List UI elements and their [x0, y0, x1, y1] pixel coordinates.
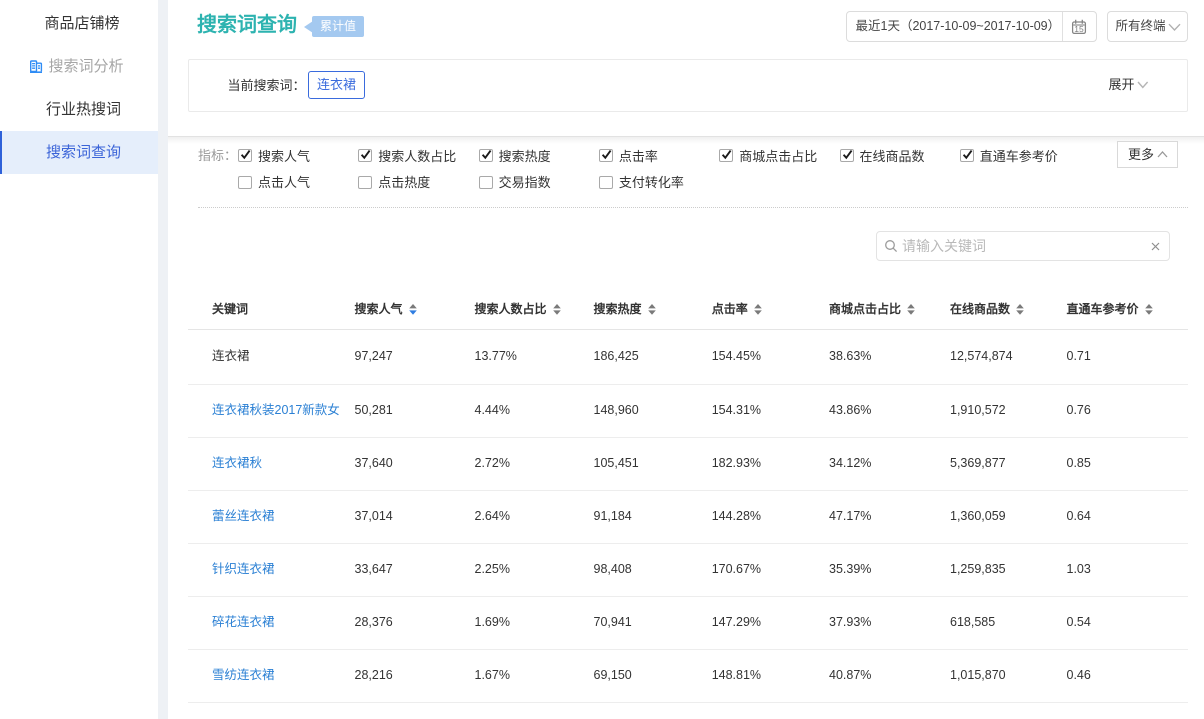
svg-text:15: 15	[1074, 24, 1084, 34]
